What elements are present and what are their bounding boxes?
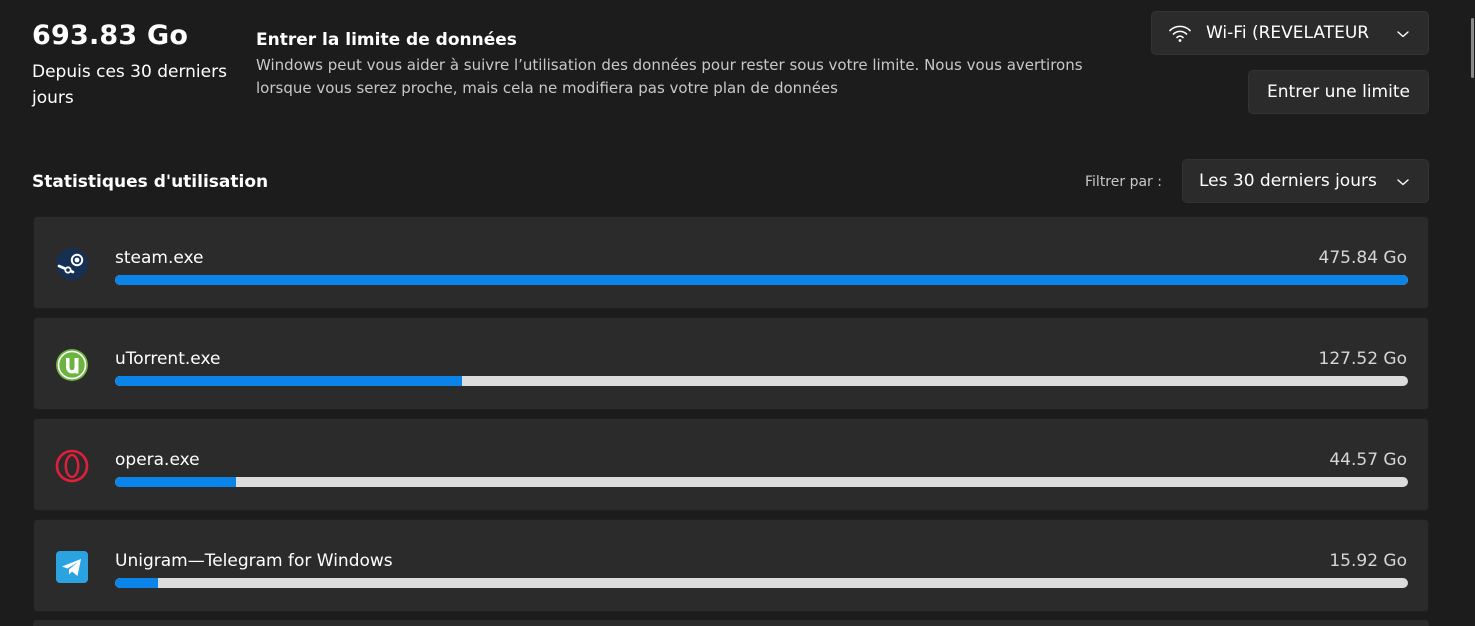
app-usage-value: 475.84 Go <box>1318 248 1407 268</box>
telegram-icon <box>56 551 88 583</box>
usage-bar <box>115 376 1408 386</box>
usage-bar <box>115 477 1408 487</box>
usage-stats-heading: Statistiques d'utilisation <box>32 172 269 192</box>
usage-bar <box>115 578 1408 588</box>
app-name: steam.exe <box>115 248 204 268</box>
app-name: opera.exe <box>115 450 200 470</box>
network-dropdown-label: Wi-Fi (REVELATEUR <box>1206 23 1370 43</box>
app-usage-row[interactable]: Unigram—Telegram for Windows 15.92 Go <box>33 519 1429 612</box>
usage-bar-fill <box>115 578 159 588</box>
app-usage-value: 44.57 Go <box>1329 450 1407 470</box>
filter-dropdown-value: Les 30 derniers jours <box>1199 171 1377 191</box>
opera-icon <box>55 449 89 483</box>
app-name: uTorrent.exe <box>115 349 221 369</box>
usage-bar <box>115 275 1408 285</box>
steam-icon <box>56 248 88 280</box>
chevron-down-icon <box>1397 179 1409 186</box>
usage-bar-fill <box>115 477 237 487</box>
app-usage-row[interactable]: steam.exe 475.84 Go <box>33 216 1429 309</box>
filter-dropdown[interactable]: Les 30 derniers jours <box>1182 159 1429 203</box>
scrollbar[interactable] <box>1470 0 1475 626</box>
data-limit-title: Entrer la limite de données <box>256 30 517 50</box>
data-limit-description: Windows peut vous aider à suivre l’utili… <box>256 56 1083 97</box>
scrollbar-thumb[interactable] <box>1471 18 1474 78</box>
total-usage-value: 693.83 Go <box>32 20 189 51</box>
enter-limit-button[interactable]: Entrer une limite <box>1248 70 1429 114</box>
app-name: Unigram—Telegram for Windows <box>115 551 393 571</box>
app-usage-row[interactable]: opera.exe 44.57 Go <box>33 418 1429 511</box>
app-usage-row[interactable]: uTorrent.exe 127.52 Go <box>33 317 1429 410</box>
wifi-icon <box>1169 25 1191 42</box>
chevron-down-icon <box>1397 31 1409 38</box>
app-usage-value: 15.92 Go <box>1329 551 1407 571</box>
data-usage-page: 693.83 Go Depuis ces 30 derniers jours E… <box>0 0 1475 626</box>
usage-bar-fill <box>115 376 462 386</box>
filter-label: Filtrer par : <box>1085 174 1162 190</box>
total-usage-period: Depuis ces 30 derniers jours <box>32 62 227 108</box>
network-dropdown[interactable]: Wi-Fi (REVELATEUR <box>1151 11 1429 55</box>
app-usage-value: 127.52 Go <box>1318 349 1407 369</box>
utorrent-icon <box>56 349 88 381</box>
app-usage-row-partial <box>33 620 1429 626</box>
usage-bar-fill <box>115 275 1408 285</box>
